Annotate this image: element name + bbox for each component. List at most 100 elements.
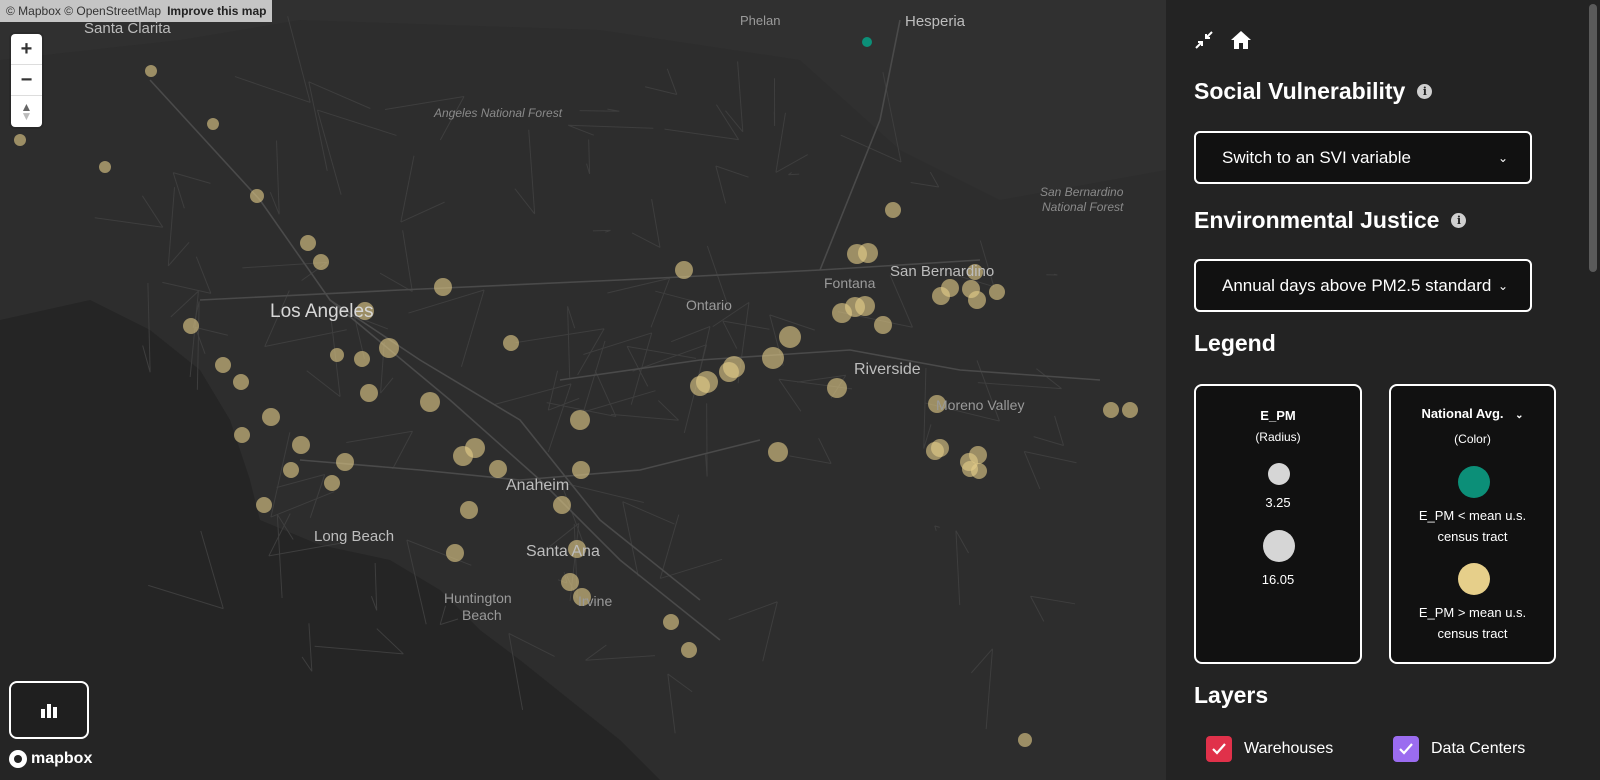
legend-color-box: National Avg. ⌄ (Color) E_PM < mean u.s.… [1389,384,1556,664]
info-icon[interactable]: i [1417,84,1433,99]
data-point[interactable] [283,462,299,478]
data-point[interactable] [379,338,399,358]
warehouses-label: Warehouses [1244,740,1334,757]
data-point[interactable] [1122,402,1138,418]
mapbox-logo[interactable]: mapbox [9,750,92,768]
panel-scrollbar[interactable] [1589,4,1597,272]
color-box-title: National Avg. [1421,406,1504,421]
data-point[interactable] [215,357,231,373]
label-long-beach: Long Beach [314,528,395,545]
data-point[interactable] [183,318,199,334]
collapse-icon[interactable] [1194,30,1214,55]
data-point[interactable] [858,243,878,263]
data-point[interactable] [719,362,739,382]
data-point[interactable] [14,134,26,146]
data-point[interactable] [99,161,111,173]
data-point[interactable] [553,496,571,514]
data-point[interactable] [262,408,280,426]
data-point[interactable] [1018,733,1032,747]
label-phelan: Phelan [740,13,781,28]
data-point[interactable] [926,442,944,460]
data-point[interactable] [360,384,378,402]
social-vulnerability-heading: Social Vulnerability i [1194,78,1433,105]
data-point[interactable] [292,436,310,454]
home-icon[interactable] [1230,30,1252,55]
legend-title: Legend [1194,330,1276,356]
panel-toolbar [1194,30,1252,55]
zoom-out-button[interactable]: − [11,65,42,96]
data-point[interactable] [675,261,693,279]
data-point[interactable] [762,347,784,369]
data-point[interactable] [330,348,344,362]
color-box-subtitle: (Color) [1454,432,1491,446]
data-point[interactable] [420,392,440,412]
data-point[interactable] [300,235,316,251]
national-avg-dropdown[interactable]: National Avg. ⌄ [1391,406,1554,421]
data-point[interactable] [503,335,519,351]
chevron-down-icon: ⌄ [1497,150,1508,165]
data-point[interactable] [1103,402,1119,418]
data-point[interactable] [663,614,679,630]
data-point[interactable] [827,378,847,398]
radius-box-subtitle: (Radius) [1255,430,1301,444]
data-centers-label: Data Centers [1431,740,1526,757]
data-point[interactable] [465,438,485,458]
label-huntington: Huntington [444,590,512,606]
data-point[interactable] [354,351,370,367]
data-point[interactable] [855,296,875,316]
data-point[interactable] [313,254,329,270]
data-centers-checkbox[interactable] [1393,736,1419,762]
compass-south-icon: ▼ [20,108,33,123]
data-point[interactable] [250,189,264,203]
data-point[interactable] [572,461,590,479]
svi-variable-select[interactable]: Switch to an SVI variable ⌄ [1194,131,1532,184]
data-point[interactable] [336,453,354,471]
data-point[interactable] [234,427,250,443]
label-fontana: Fontana [824,275,876,291]
data-point[interactable] [989,284,1005,300]
label-anaheim: Anaheim [506,477,570,494]
label-santa-clarita: Santa Clarita [84,20,171,37]
data-point[interactable] [233,374,249,390]
data-point[interactable] [885,202,901,218]
warehouses-checkbox[interactable] [1206,736,1232,762]
data-point[interactable] [690,376,710,396]
info-icon[interactable]: i [1451,213,1467,228]
mapbox-logo-icon [9,750,27,768]
label-riverside: Riverside [854,361,921,378]
chart-toggle-button[interactable] [9,681,89,739]
data-point[interactable] [207,118,219,130]
data-point[interactable] [768,442,788,462]
improve-map-link[interactable]: Improve this map [167,4,266,18]
zoom-controls: + − ▲ ▼ [11,34,42,127]
data-point[interactable] [434,278,452,296]
ej-variable-select[interactable]: Annual days above PM2.5 standard ⌄ [1194,259,1532,312]
data-point[interactable] [446,544,464,562]
data-point[interactable] [874,316,892,334]
data-point[interactable] [145,65,157,77]
label-sb-forest-1: San Bernardino [1040,185,1124,199]
data-point[interactable] [324,475,340,491]
layer-data-centers[interactable]: Data Centers [1393,736,1525,762]
map-canvas[interactable]: © Mapbox © OpenStreetMap Improve this map… [0,0,1166,780]
data-point[interactable] [460,501,478,519]
data-point[interactable] [962,461,978,477]
data-point[interactable] [862,37,872,47]
layer-warehouses[interactable]: Warehouses [1206,736,1333,762]
data-point[interactable] [256,497,272,513]
zoom-in-button[interactable]: + [11,34,42,65]
data-point[interactable] [561,573,579,591]
radius-large-value: 16.05 [1261,572,1295,587]
data-point[interactable] [779,326,801,348]
data-points-layer [14,37,1138,747]
label-angeles-forest: Angeles National Forest [434,106,563,120]
data-point[interactable] [681,642,697,658]
data-point[interactable] [968,291,986,309]
label-san-bernardino: San Bernardino [890,263,995,280]
bar-chart-icon [41,704,57,718]
data-point[interactable] [489,460,507,478]
mapbox-logo-text: mapbox [31,750,93,767]
data-point[interactable] [570,410,590,430]
data-point[interactable] [941,279,959,297]
compass-button[interactable]: ▲ ▼ [11,96,42,127]
